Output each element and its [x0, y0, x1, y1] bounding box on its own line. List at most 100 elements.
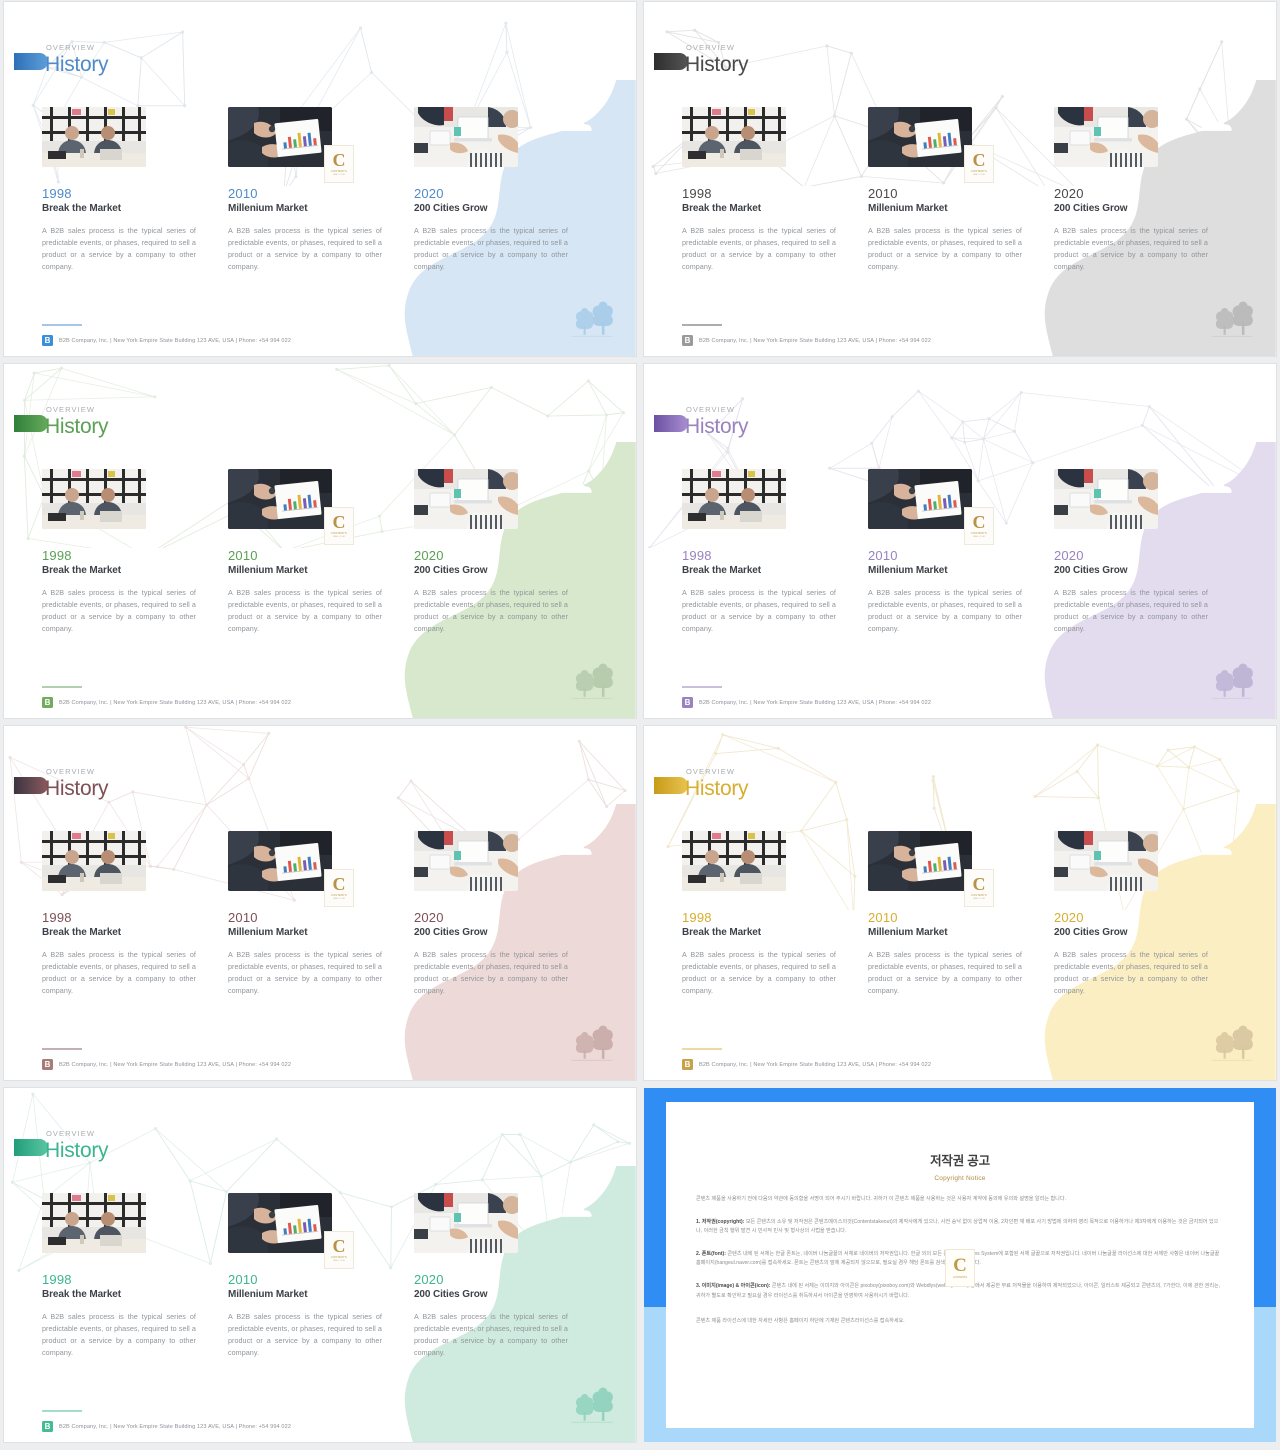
timeline-column-2010: C CONTENTS MALL.COM 2010 Millenium Market A B… — [227, 831, 414, 997]
footer: B B2B Company, Inc. | New York Empire St… — [682, 697, 931, 708]
photo-meeting-two-men — [42, 107, 146, 167]
timeline-heading: Millenium Market — [227, 203, 308, 214]
footer-text: B2B Company, Inc. | New York Empire Stat… — [59, 337, 292, 344]
contents-watermark: C CONTENTS MALL.COM — [963, 507, 994, 545]
copyright-item-1: 1. 저작권(copyright): 모든 콘텐츠의 소유 및 저작권은 콘텐츠… — [696, 1218, 1224, 1237]
timeline-column-1998: 1998 Break the Market A B2B sales process … — [42, 107, 228, 273]
overview-label: OVERVIEW — [46, 43, 96, 52]
history-slide-purple[interactable]: OVERVIEW History 1998 Break the Market A B… — [644, 364, 1276, 718]
photo-meeting-two-men — [42, 831, 146, 891]
photo-desk-laptop-team — [1053, 831, 1158, 891]
copyright-item-text-1: 모든 콘텐츠의 소유 및 저작권은 콘텐츠메이스의것(Contentstakeo… — [696, 1218, 1219, 1235]
timeline-year: 2020 — [413, 548, 444, 563]
footer-rule — [42, 324, 82, 326]
footer: B B2B Company, Inc. | New York Empire St… — [42, 335, 291, 346]
timeline-columns: 1998 Break the Market A B2B sales process … — [644, 107, 1276, 273]
contents-watermark: C CONTENTS MALL.COM — [323, 507, 354, 545]
timeline-heading: 200 Cities Grow — [1053, 203, 1128, 214]
timeline-year: 1998 — [42, 548, 72, 563]
watermark-sub: CONTENTS — [971, 894, 987, 897]
timeline-year: 2020 — [1053, 910, 1084, 925]
slide-cell-yellow[interactable]: OVERVIEW History 1998 Break the Market A B… — [640, 724, 1280, 1086]
watermark-sub: CONTENTS — [971, 532, 987, 535]
slide-cell-teal[interactable]: OVERVIEW History 1998 Break the Market A B… — [0, 1086, 640, 1448]
page-title: History — [45, 53, 109, 76]
slide-cell-purple[interactable]: OVERVIEW History 1998 Break the Market A B… — [640, 362, 1280, 724]
slide-cell-rose[interactable]: OVERVIEW History 1998 Break the Market A B… — [0, 724, 640, 1086]
timeline-heading: Break the Market — [42, 203, 121, 214]
timeline-year: 2010 — [227, 910, 258, 925]
footer-text: B2B Company, Inc. | New York Empire Stat… — [59, 699, 292, 706]
copyright-item-label-3: 3. 이미지(image) & 아이콘(icon): — [696, 1282, 771, 1289]
photo-hands-tablet-chart — [227, 107, 332, 167]
history-slide-teal[interactable]: OVERVIEW History 1998 Break the Market A B… — [4, 1088, 636, 1442]
history-slide-yellow[interactable]: OVERVIEW History 1998 Break the Market A B… — [644, 726, 1276, 1080]
history-slide-green[interactable]: OVERVIEW History 1998 Break the Market A B… — [4, 364, 636, 718]
timeline-heading: Millenium Market — [227, 565, 308, 576]
accent-tab-icon — [14, 777, 48, 794]
timeline-body: A B2B sales process is the typical serie… — [227, 588, 382, 634]
timeline-body: A B2B sales process is the typical serie… — [227, 1312, 382, 1358]
photo-desk-laptop-team — [1053, 107, 1158, 167]
contents-watermark: C CONTENTS MALL.COM — [323, 1231, 354, 1269]
photo-meeting-two-men — [42, 469, 146, 529]
timeline-body: A B2B sales process is the typical serie… — [42, 1312, 196, 1358]
timeline-year: 2020 — [413, 186, 444, 201]
footer-text: B2B Company, Inc. | New York Empire Stat… — [59, 1061, 292, 1068]
footer-text: B2B Company, Inc. | New York Empire Stat… — [699, 699, 932, 706]
photo-meeting-two-men — [682, 831, 786, 891]
c-logo-glyph: C — [332, 1236, 346, 1256]
timeline-heading: Break the Market — [682, 203, 761, 214]
company-logo: B — [42, 1059, 53, 1070]
history-slide-rose[interactable]: OVERVIEW History 1998 Break the Market A B… — [4, 726, 636, 1080]
trees-decoration-icon — [1210, 654, 1254, 700]
footer: B B2B Company, Inc. | New York Empire St… — [682, 1059, 931, 1070]
timeline-body: A B2B sales process is the typical serie… — [42, 950, 196, 996]
watermark-sub2: MALL.COM — [333, 174, 345, 176]
watermark-sub2: MALL.COM — [333, 536, 345, 538]
history-slide-gray[interactable]: OVERVIEW History 1998 Break the Market A B… — [644, 2, 1276, 356]
trees-decoration-icon — [1210, 1016, 1254, 1062]
timeline-column-2010: C CONTENTS MALL.COM 2010 Millenium Market A B… — [867, 107, 1054, 273]
timeline-year: 1998 — [42, 186, 72, 201]
c-logo-glyph: C — [972, 150, 986, 170]
company-logo: B — [682, 335, 693, 346]
timeline-year: 1998 — [42, 910, 72, 925]
timeline-heading: 200 Cities Grow — [413, 927, 488, 938]
accent-tab-icon — [14, 1139, 48, 1156]
timeline-column-1998: 1998 Break the Market A B2B sales process … — [682, 831, 868, 997]
timeline-column-2010: C CONTENTS MALL.COM 2010 Millenium Market A B… — [867, 469, 1054, 635]
timeline-year: 2020 — [413, 910, 444, 925]
slide-cell-copyright[interactable]: 저작권 공고 Copyright Notice 콘텐츠 제품을 사용하기 전에 다음… — [640, 1086, 1280, 1448]
copyright-notice-slide[interactable]: 저작권 공고 Copyright Notice 콘텐츠 제품을 사용하기 전에 다음… — [644, 1088, 1276, 1442]
photo-desk-laptop-team — [413, 831, 518, 891]
photo-meeting-two-men — [682, 469, 786, 529]
watermark-sub2: MALL.COM — [973, 898, 985, 900]
overview-label: OVERVIEW — [686, 405, 736, 414]
page-title: History — [45, 777, 109, 800]
footer-rule — [42, 1048, 82, 1050]
timeline-body: A B2B sales process is the typical serie… — [413, 226, 568, 272]
accent-tab-icon — [654, 777, 688, 794]
timeline-body: A B2B sales process is the typical serie… — [227, 950, 382, 996]
contents-watermark: C CONTENTS MALL.COM — [323, 145, 354, 183]
slide-cell-gray[interactable]: OVERVIEW History 1998 Break the Market A B… — [640, 0, 1280, 362]
overview-label: OVERVIEW — [46, 767, 96, 776]
watermark-sub: CONTENTS — [331, 1256, 347, 1259]
c-logo-glyph: C — [332, 150, 346, 170]
copyright-intro: 콘텐츠 제품을 사용하기 전에 다음의 약관에 동의함을 서명이 되어 주시기 … — [696, 1196, 1067, 1202]
c-logo-glyph: C — [332, 512, 346, 532]
photo-desk-laptop-team — [1053, 469, 1158, 529]
history-slide-blue[interactable]: OVERVIEW History 1998 Break the Market A B… — [4, 2, 636, 356]
overview-label: OVERVIEW — [686, 43, 736, 52]
timeline-heading: Millenium Market — [867, 565, 948, 576]
c-logo-glyph: C — [332, 874, 346, 894]
slide-thumbnail-grid: OVERVIEW History 1998 Break the Market A B… — [0, 0, 1280, 1450]
timeline-heading: 200 Cities Grow — [413, 565, 488, 576]
page-title: History — [45, 415, 109, 438]
trees-decoration-icon — [1210, 292, 1254, 338]
slide-cell-blue[interactable]: OVERVIEW History 1998 Break the Market A B… — [0, 0, 640, 362]
timeline-column-1998: 1998 Break the Market A B2B sales process … — [682, 107, 868, 273]
slide-cell-green[interactable]: OVERVIEW History 1998 Break the Market A B… — [0, 362, 640, 724]
trees-decoration-icon — [570, 654, 614, 700]
